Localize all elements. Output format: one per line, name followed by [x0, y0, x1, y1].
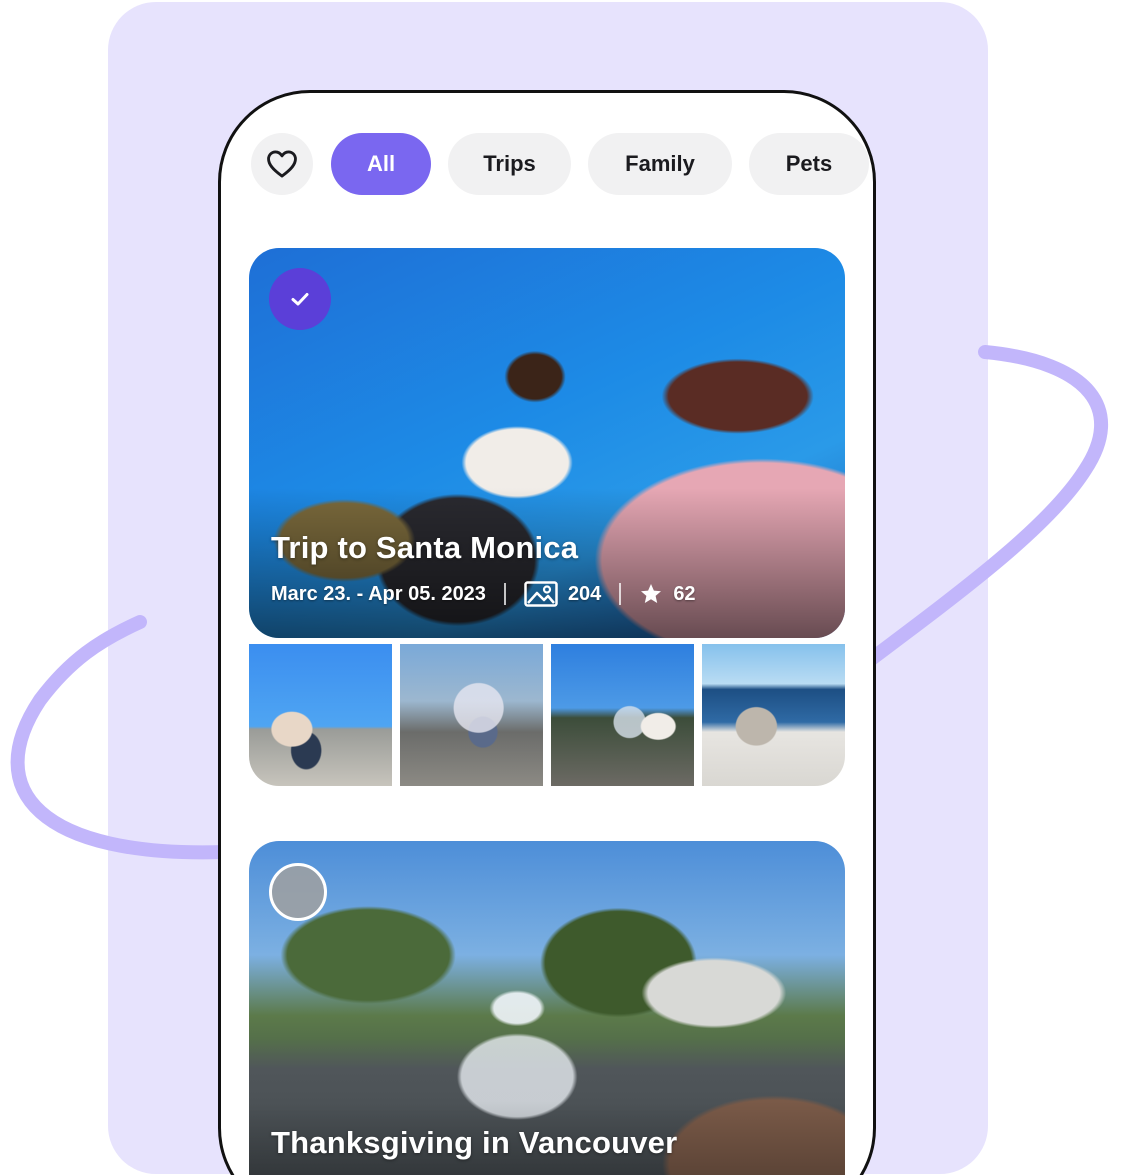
album-select-checkbox[interactable]: [269, 863, 327, 921]
thumbnail-photo[interactable]: [702, 644, 845, 786]
filter-chip-trips[interactable]: Trips: [448, 133, 571, 195]
filter-chip-pets[interactable]: Pets: [749, 133, 869, 195]
album-date-range: Marc 23. - Apr 05. 2023: [271, 582, 486, 605]
thumbnail-photo[interactable]: [249, 644, 392, 786]
star-icon: [641, 584, 662, 603]
album-card[interactable]: Trip to Santa Monica Marc 23. - Apr 05. …: [249, 248, 845, 638]
image-icon: [524, 581, 558, 607]
favorites-filter-button[interactable]: [251, 133, 313, 195]
filter-chip-all[interactable]: All: [331, 133, 431, 195]
filter-chip-family[interactable]: Family: [588, 133, 732, 195]
album-select-checkbox[interactable]: [269, 268, 331, 330]
thumbnail-photo[interactable]: [551, 644, 694, 786]
album-title: Thanksgiving in Vancouver: [271, 1125, 678, 1160]
album-title: Trip to Santa Monica: [271, 530, 579, 565]
app-showcase: All Trips Family Pets Trip to Santa Moni…: [0, 0, 1127, 1175]
meta-divider: [503, 583, 506, 605]
heart-icon: [267, 150, 297, 178]
album-card[interactable]: Thanksgiving in Vancouver: [249, 841, 845, 1175]
album-meta: Marc 23. - Apr 05. 2023 204 62: [271, 581, 696, 607]
phone-frame: All Trips Family Pets Trip to Santa Moni…: [218, 90, 876, 1175]
thumbnail-photo[interactable]: [400, 644, 543, 786]
album-thumbnails: [249, 644, 845, 786]
checkmark-icon: [291, 293, 309, 306]
album-favorites-count: 62: [673, 582, 696, 605]
meta-divider: [619, 583, 622, 605]
filter-bar: All Trips Family Pets: [251, 133, 873, 197]
album-photo-count: 204: [567, 582, 602, 605]
